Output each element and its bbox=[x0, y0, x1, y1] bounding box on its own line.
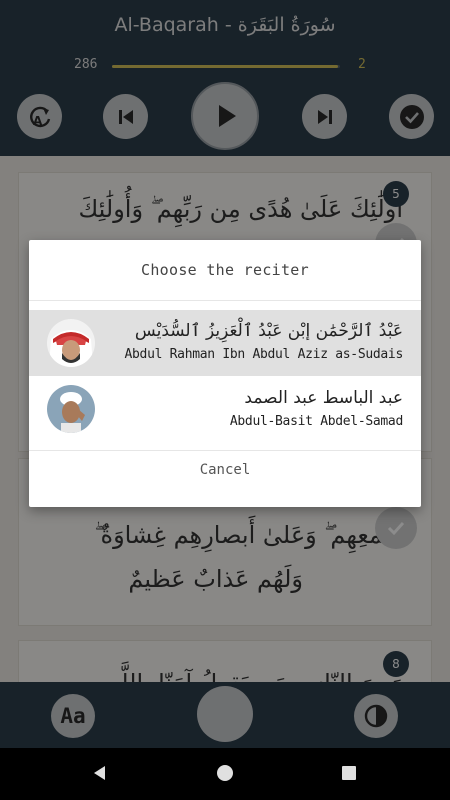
dialog-title: Choose the reciter bbox=[141, 261, 309, 279]
reciter-name-english: Abdul Rahman Ibn Abdul Aziz as-Sudais bbox=[124, 347, 404, 362]
cancel-button[interactable]: Cancel bbox=[29, 462, 421, 478]
reciter-name-arabic: عَبْدُ ٱلرَّحْمَٰن إبْن عَبْدُ ٱلْعَزِيز… bbox=[134, 321, 403, 341]
app-screen: Al-Baqarah - سُورَةُ البَقَرَة 286 2 A أ… bbox=[0, 0, 450, 800]
recents-icon[interactable] bbox=[340, 764, 358, 782]
reciter-name-english: Abdul-Basit Abdel-Samad bbox=[229, 414, 403, 429]
divider bbox=[29, 300, 421, 301]
reciter-option-abdul-basit[interactable]: عبد الباسط عبد الصمد Abdul-Basit Abdel-S… bbox=[29, 376, 421, 442]
avatar bbox=[47, 319, 95, 367]
reciter-option-sudais[interactable]: عَبْدُ ٱلرَّحْمَٰن إبْن عَبْدُ ٱلْعَزِيز… bbox=[29, 310, 421, 376]
home-icon[interactable] bbox=[216, 764, 234, 782]
back-icon[interactable] bbox=[91, 764, 109, 782]
avatar bbox=[47, 385, 95, 433]
reciter-name-arabic: عبد الباسط عبد الصمد bbox=[244, 388, 403, 408]
divider bbox=[29, 450, 421, 451]
system-nav-bar bbox=[0, 748, 450, 800]
reciter-dialog: Choose the reciter عَبْدُ ٱلرَّحْمَٰن إب… bbox=[29, 240, 421, 507]
